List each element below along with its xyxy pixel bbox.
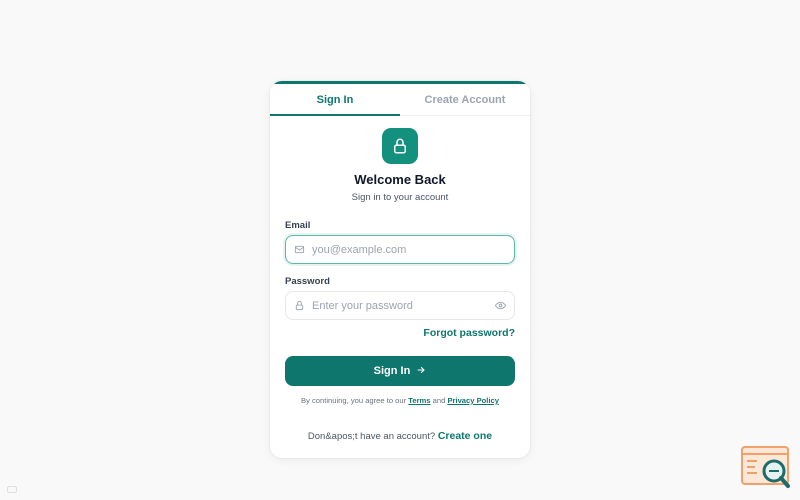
tab-create-account[interactable]: Create Account [400,84,530,115]
email-field[interactable] [285,235,515,264]
sign-in-button-label: Sign In [373,365,411,377]
tab-sign-in-label: Sign In [316,93,354,106]
sign-in-button[interactable]: Sign In [285,356,515,386]
terms-link[interactable]: Terms [408,396,430,405]
create-one-link[interactable]: Create one [438,430,492,442]
lock-icon [286,300,312,311]
mail-icon [286,244,312,255]
email-label: Email [285,220,311,231]
page-subtitle: Sign in to your account [351,192,449,203]
arrow-right-icon [416,365,426,378]
privacy-policy-link[interactable]: Privacy Policy [447,396,499,405]
signup-prompt-text: Don&apos;t have an account? [307,431,436,442]
tab-create-account-label: Create Account [424,93,506,106]
password-field[interactable] [285,291,515,320]
terms-prefix: By continuing, you agree to our [301,396,407,405]
forgot-password-link[interactable]: Forgot password? [423,327,515,339]
tab-sign-in[interactable]: Sign In [270,84,400,116]
auth-tabs: Sign In Create Account [270,84,530,116]
password-label: Password [285,276,330,287]
lock-icon [382,128,418,164]
terms-and: and [432,396,446,405]
eye-icon[interactable] [486,300,514,311]
bug-report-icon[interactable] [741,446,791,490]
signup-prompt: Don&apos;t have an account? Create one [270,430,530,442]
page: Sign In Create Account Welcome Back Sign… [0,0,800,500]
page-title: Welcome Back [354,172,446,187]
password-input[interactable] [312,292,486,319]
terms-notice: By continuing, you agree to our Terms an… [270,396,530,405]
corner-indicator [7,486,17,493]
email-input[interactable] [312,236,514,263]
auth-card: Sign In Create Account Welcome Back Sign… [270,81,530,458]
